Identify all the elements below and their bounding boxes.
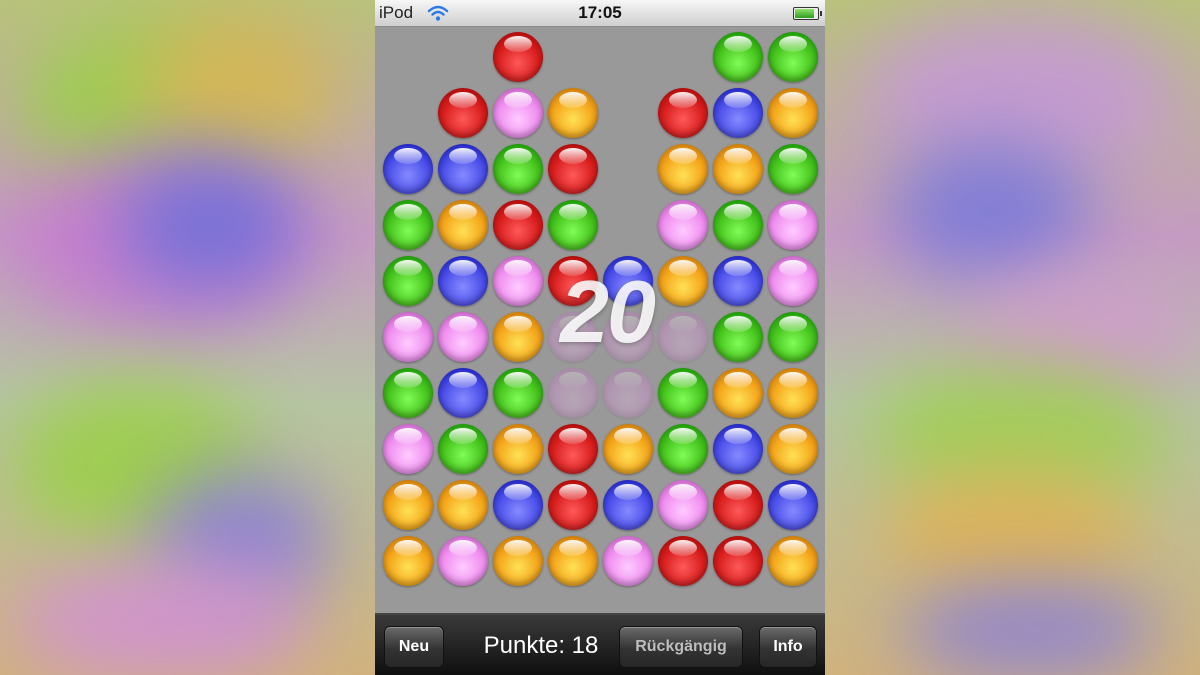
wifi-icon [427, 5, 449, 21]
carrier-label: iPod [379, 3, 414, 22]
ball-green[interactable] [493, 144, 543, 194]
ball-red[interactable] [713, 536, 763, 586]
ball-orange[interactable] [493, 424, 543, 474]
ball-orange[interactable] [768, 368, 818, 418]
ball-green[interactable] [383, 256, 433, 306]
ball-red[interactable] [713, 480, 763, 530]
battery-icon [793, 7, 822, 20]
ball-blue[interactable] [713, 424, 763, 474]
ball-blue[interactable] [438, 144, 488, 194]
ball-green[interactable] [438, 424, 488, 474]
ball-pink[interactable] [383, 424, 433, 474]
score-popup: 20 [560, 262, 656, 361]
ball-orange[interactable] [493, 312, 543, 362]
ball-orange[interactable] [713, 144, 763, 194]
ball-red[interactable] [548, 424, 598, 474]
ball-pink[interactable] [658, 200, 708, 250]
ball-green[interactable] [713, 32, 763, 82]
device-screen: iPod 17:05 20 Neu Punkte: 18 Rückgängig … [375, 0, 825, 675]
ball-green[interactable] [768, 32, 818, 82]
ball-red[interactable] [658, 88, 708, 138]
status-bar: iPod 17:05 [375, 0, 825, 27]
ball-blue[interactable] [713, 256, 763, 306]
undo-button[interactable]: Rückgängig [619, 626, 743, 668]
ball-green[interactable] [658, 424, 708, 474]
ball-blue[interactable] [768, 480, 818, 530]
ball-red[interactable] [548, 480, 598, 530]
ball-red[interactable] [548, 144, 598, 194]
ball-orange[interactable] [438, 480, 488, 530]
ball-orange[interactable] [383, 536, 433, 586]
ball-pink[interactable] [768, 256, 818, 306]
ball-red[interactable] [493, 32, 543, 82]
battery-level [795, 9, 814, 18]
ball-green[interactable] [493, 368, 543, 418]
ball-orange[interactable] [713, 368, 763, 418]
ball-orange[interactable] [383, 480, 433, 530]
ball-blue[interactable] [603, 480, 653, 530]
bottom-toolbar: Neu Punkte: 18 Rückgängig Info [375, 615, 825, 675]
ball-red[interactable] [493, 200, 543, 250]
ball-green[interactable] [548, 200, 598, 250]
ball-green[interactable] [383, 368, 433, 418]
ball-pink[interactable] [383, 312, 433, 362]
ball-green[interactable] [383, 200, 433, 250]
ball-blue[interactable] [438, 368, 488, 418]
new-game-button[interactable]: Neu [384, 626, 444, 668]
ball-green[interactable] [713, 200, 763, 250]
ball-green[interactable] [658, 368, 708, 418]
ball-pink[interactable] [438, 536, 488, 586]
ball-green[interactable] [713, 312, 763, 362]
ball-blue[interactable] [383, 144, 433, 194]
ball-orange[interactable] [603, 424, 653, 474]
points-label: Punkte: 18 [483, 632, 599, 659]
ball-orange[interactable] [438, 200, 488, 250]
ball-blue[interactable] [438, 256, 488, 306]
ball-blue[interactable] [493, 480, 543, 530]
ball-pink[interactable] [603, 536, 653, 586]
ball-red[interactable] [658, 536, 708, 586]
info-button[interactable]: Info [759, 626, 817, 668]
ball-blue[interactable] [713, 88, 763, 138]
ball-pink-faded [603, 368, 653, 418]
ball-pink[interactable] [438, 312, 488, 362]
ball-orange[interactable] [548, 536, 598, 586]
game-board[interactable]: 20 [375, 27, 825, 615]
ball-pink[interactable] [493, 256, 543, 306]
ball-pink[interactable] [658, 480, 708, 530]
ball-pink-faded [548, 368, 598, 418]
ball-pink[interactable] [768, 200, 818, 250]
ball-orange[interactable] [768, 536, 818, 586]
ball-orange[interactable] [768, 88, 818, 138]
ball-green[interactable] [768, 312, 818, 362]
ball-orange[interactable] [548, 88, 598, 138]
ball-pink[interactable] [493, 88, 543, 138]
ball-orange[interactable] [658, 144, 708, 194]
ball-red[interactable] [438, 88, 488, 138]
ball-orange[interactable] [493, 536, 543, 586]
ball-orange[interactable] [768, 424, 818, 474]
ball-green[interactable] [768, 144, 818, 194]
